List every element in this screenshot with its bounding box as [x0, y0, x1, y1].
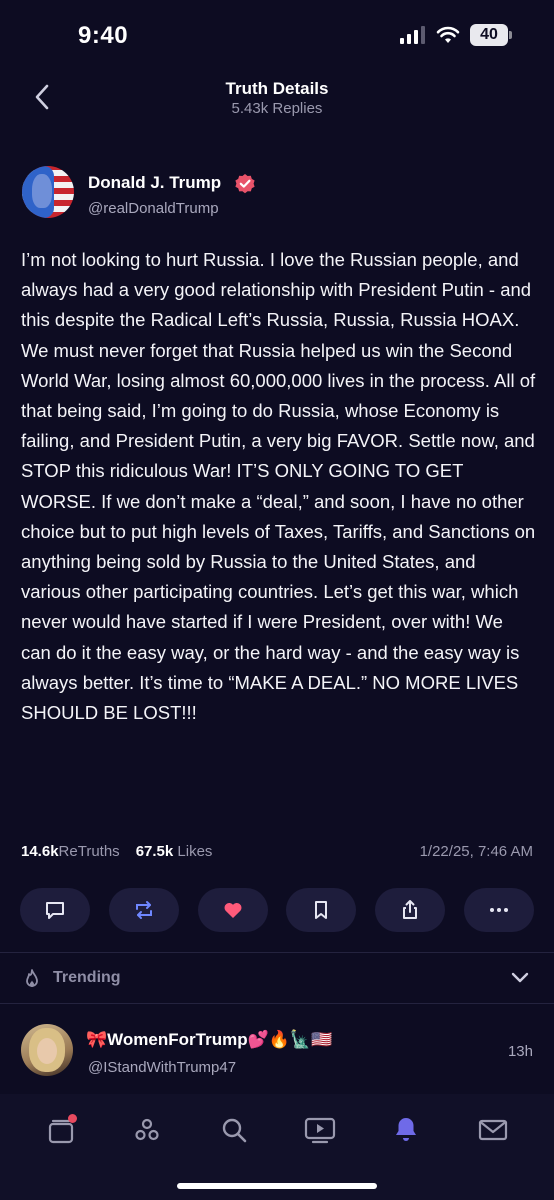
author-handle[interactable]: @realDonaldTrump	[88, 200, 219, 217]
share-button[interactable]	[375, 888, 446, 932]
page-title: Truth Details	[225, 79, 329, 98]
more-button[interactable]	[463, 888, 534, 932]
share-icon	[403, 900, 418, 919]
user-avatar[interactable]	[21, 1024, 73, 1076]
author-name[interactable]: Donald J. Trump	[88, 173, 221, 193]
reply-button[interactable]	[20, 888, 90, 932]
post-body: I’m not looking to hurt Russia. I love t…	[21, 249, 536, 724]
post-timestamp: 13h	[507, 1043, 533, 1060]
wifi-icon	[436, 26, 460, 43]
search-icon	[222, 1118, 247, 1143]
like-icon	[224, 902, 242, 918]
groups-icon	[135, 1118, 160, 1141]
cellular-signal-icon	[400, 26, 425, 44]
user-handle[interactable]: @IStandWithTrump47	[88, 1059, 236, 1076]
chevron-down-icon[interactable]	[510, 970, 530, 986]
user-display-name[interactable]: 🎀WomenForTrump💕🔥🗽🇺🇸	[86, 1030, 332, 1050]
bell-icon	[396, 1118, 417, 1141]
status-time: 9:40	[78, 22, 129, 49]
tab-video[interactable]	[302, 1112, 338, 1148]
flame-icon	[26, 969, 38, 987]
author-avatar[interactable]	[22, 166, 74, 218]
verified-badge-icon	[235, 174, 255, 194]
trending-label[interactable]: Trending	[53, 969, 121, 987]
post-stats: 14.6kReTruths 67.5k Likes	[21, 843, 212, 860]
bookmark-button[interactable]	[286, 888, 357, 932]
divider	[0, 952, 554, 953]
home-indicator	[177, 1183, 377, 1189]
tab-home[interactable]	[43, 1112, 79, 1148]
bookmark-icon	[315, 901, 328, 919]
like-button[interactable]	[197, 888, 268, 932]
status-icons: 40	[400, 24, 512, 46]
reply-count: 5.43k Replies	[231, 100, 323, 117]
mail-icon	[478, 1119, 507, 1141]
post-date: 1/22/25, 7:46 AM	[419, 843, 533, 860]
video-icon	[305, 1117, 336, 1144]
tab-messages[interactable]	[475, 1112, 511, 1148]
tab-search[interactable]	[216, 1112, 252, 1148]
retruths-stat[interactable]: 14.6kReTruths	[21, 843, 120, 860]
likes-stat[interactable]: 67.5k Likes	[136, 843, 213, 860]
action-bar	[20, 888, 534, 932]
tab-groups[interactable]	[129, 1112, 165, 1148]
retruth-button[interactable]	[108, 888, 179, 932]
battery-indicator: 40	[470, 24, 512, 46]
reply-icon	[46, 902, 64, 919]
retruth-icon	[135, 901, 152, 919]
tab-bar	[0, 1112, 554, 1148]
more-icon	[489, 908, 508, 912]
divider	[0, 1003, 554, 1004]
tab-notifications[interactable]	[388, 1112, 424, 1148]
